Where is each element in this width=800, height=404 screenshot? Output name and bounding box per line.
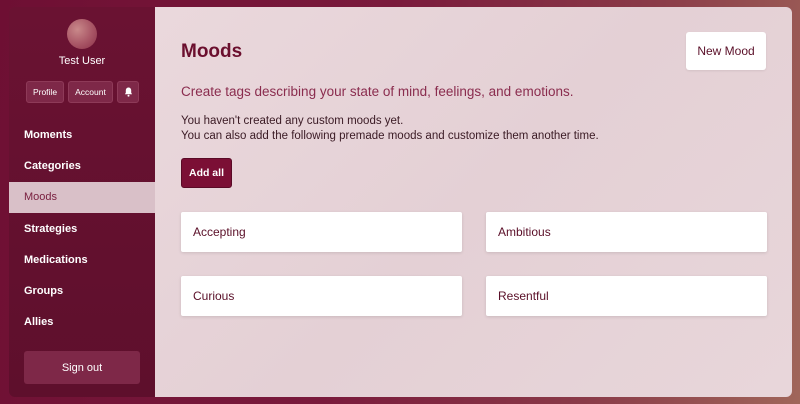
sidebar-nav: Moments Categories Moods Strategies Medi… [9,119,155,338]
mood-card-accepting[interactable]: Accepting [181,212,462,252]
sidebar: Test User Profile Account Moments Catego… [9,7,155,397]
add-all-button[interactable]: Add all [181,158,232,188]
info-line-2: You can also add the following premade m… [181,130,599,142]
sidebar-item-moments[interactable]: Moments [9,119,155,150]
bell-icon [124,87,132,97]
main-content: Moods New Mood Create tags describing yo… [155,7,792,397]
page-title: Moods [181,41,243,62]
new-mood-button[interactable]: New Mood [686,32,766,70]
account-button[interactable]: Account [68,81,113,103]
app-window: Test User Profile Account Moments Catego… [9,7,792,397]
mood-card-curious[interactable]: Curious [181,276,462,316]
sidebar-item-strategies[interactable]: Strategies [9,213,155,244]
sign-out-button[interactable]: Sign out [24,351,140,384]
sidebar-item-groups[interactable]: Groups [9,275,155,306]
empty-state-info: You haven't created any custom moods yet… [181,114,599,144]
sidebar-item-medications[interactable]: Medications [9,244,155,275]
info-line-1: You haven't created any custom moods yet… [181,115,404,127]
sidebar-item-categories[interactable]: Categories [9,150,155,181]
mood-card-ambitious[interactable]: Ambitious [486,212,767,252]
sidebar-item-allies[interactable]: Allies [9,307,155,338]
profile-button[interactable]: Profile [26,81,64,103]
username: Test User [58,55,106,67]
mood-card-resentful[interactable]: Resentful [486,276,767,316]
avatar[interactable] [67,19,97,49]
page-subtitle: Create tags describing your state of min… [181,84,574,99]
notifications-button[interactable] [117,81,139,103]
sidebar-item-moods[interactable]: Moods [9,181,155,213]
